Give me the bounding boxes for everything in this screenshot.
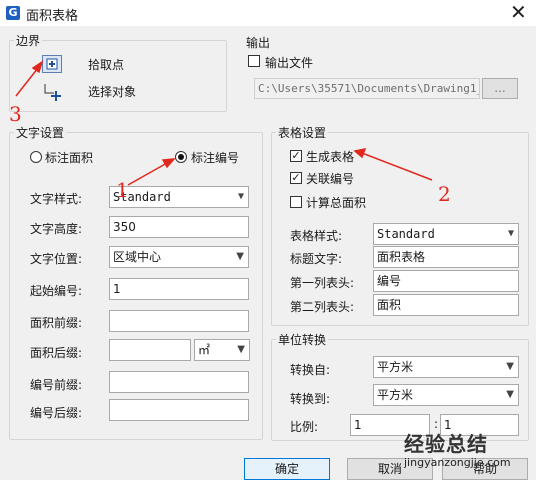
area-suffix-label: 面积后缀: (30, 346, 83, 360)
link-number-checkbox[interactable]: ✓ (290, 172, 302, 184)
convert-from-value: 平方米 (377, 360, 414, 374)
radio-mark-number-label: 标注编号 (191, 151, 240, 165)
table-style-label: 表格样式: (290, 229, 343, 243)
select-objects-icon (44, 84, 61, 101)
convert-from-select[interactable]: 平方米 ▼ (373, 356, 519, 378)
text-height-label: 文字高度: (30, 222, 83, 236)
area-suffix-input[interactable] (109, 339, 191, 361)
ratio-label: 比例: (290, 420, 319, 434)
pick-point-label: 拾取点 (88, 58, 125, 72)
annotation-number-1: 1 (116, 178, 129, 202)
generate-table-label: 生成表格 (306, 150, 355, 164)
select-objects-label: 选择对象 (88, 85, 137, 99)
text-settings-title: 文字设置 (14, 124, 67, 141)
col2-header-input[interactable]: 面积 (373, 294, 519, 316)
radio-mark-number[interactable] (175, 151, 187, 163)
chevron-down-icon: ▼ (507, 228, 514, 239)
title-text-input[interactable]: 面积表格 (373, 246, 519, 268)
plus-icon (46, 58, 58, 70)
output-group-title: 输出 (246, 36, 271, 50)
number-prefix-input[interactable] (109, 371, 249, 393)
area-prefix-input[interactable] (109, 310, 249, 332)
watermark-title: 经验总结 (404, 432, 488, 456)
convert-to-value: 平方米 (377, 388, 414, 402)
convert-from-label: 转换自: (290, 363, 331, 377)
window-title: 面积表格 (26, 9, 79, 24)
number-prefix-label: 编号前缀: (30, 378, 83, 392)
calc-total-area-label: 计算总面积 (306, 196, 367, 210)
title-text-label: 标题文字: (290, 252, 343, 266)
chevron-down-icon: ▼ (506, 361, 514, 372)
start-number-input[interactable]: 1 (109, 278, 249, 300)
output-file-checkbox[interactable] (248, 55, 260, 67)
boundary-group-title: 边界 (14, 32, 43, 49)
table-style-select[interactable]: Standard ▼ (373, 223, 519, 245)
text-height-input[interactable]: 350 (109, 216, 249, 238)
unit-conversion-title: 单位转换 (276, 331, 329, 348)
annotation-number-3: 3 (9, 102, 22, 126)
app-icon: G (6, 6, 20, 20)
link-number-label: 关联编号 (306, 172, 355, 186)
generate-table-checkbox[interactable]: ✓ (290, 150, 302, 162)
number-suffix-label: 编号后缀: (30, 406, 83, 420)
start-number-label: 起始编号: (30, 284, 83, 298)
output-file-label: 输出文件 (265, 56, 314, 70)
area-prefix-label: 面积前缀: (30, 316, 83, 330)
chevron-down-icon: ▼ (236, 251, 244, 262)
text-position-value: 区域中心 (113, 250, 162, 264)
number-suffix-input[interactable] (109, 399, 249, 421)
area-unit-select[interactable]: ㎡ ▼ (194, 339, 250, 361)
col1-header-input[interactable]: 编号 (373, 270, 519, 292)
close-button[interactable]: ✕ (510, 1, 527, 23)
chevron-down-icon: ▼ (237, 344, 245, 355)
chevron-down-icon: ▼ (237, 191, 244, 202)
convert-to-label: 转换到: (290, 392, 331, 406)
text-position-select[interactable]: 区域中心 ▼ (109, 246, 249, 268)
browse-button[interactable]: ... (482, 78, 518, 99)
text-style-select[interactable]: Standard ▼ (109, 186, 249, 208)
pick-point-button[interactable] (42, 55, 62, 73)
table-style-value: Standard (377, 227, 435, 241)
title-bar: G 面积表格 ✕ (0, 0, 536, 26)
col1-header-label: 第一列表头: (290, 276, 355, 290)
calc-total-area-checkbox[interactable] (290, 196, 302, 208)
text-position-label: 文字位置: (30, 252, 83, 266)
ok-button[interactable]: 确定 (244, 458, 330, 480)
text-style-label: 文字样式: (30, 192, 83, 206)
convert-to-select[interactable]: 平方米 ▼ (373, 384, 519, 406)
col2-header-label: 第二列表头: (290, 300, 355, 314)
annotation-number-2: 2 (438, 182, 451, 206)
radio-mark-area[interactable] (30, 151, 42, 163)
table-settings-title: 表格设置 (276, 124, 329, 141)
watermark-url: jingyanzongjie.com (404, 456, 511, 469)
radio-mark-area-label: 标注面积 (45, 151, 94, 165)
select-objects-button[interactable] (42, 81, 64, 103)
output-path-field[interactable]: C:\Users\35571\Documents\Drawing1_ (254, 78, 480, 99)
area-unit-value: ㎡ (198, 343, 211, 357)
chevron-down-icon: ▼ (506, 389, 514, 400)
